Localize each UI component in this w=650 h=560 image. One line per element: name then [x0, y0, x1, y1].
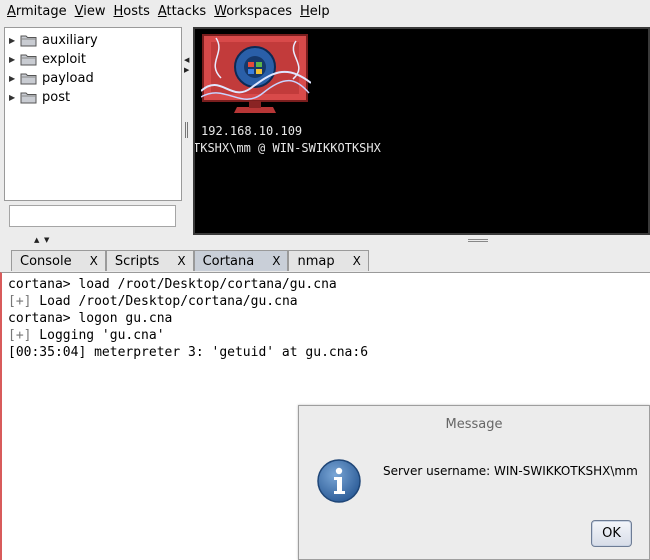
tab-label: Console	[20, 253, 72, 269]
tree-item-label: exploit	[42, 52, 86, 67]
splitter-grip[interactable]	[185, 122, 188, 138]
menu-view[interactable]: View	[72, 1, 109, 23]
collapse-down-icon[interactable]: ▼	[44, 236, 49, 244]
vertical-splitter[interactable]: ◀ ▶	[182, 27, 192, 235]
target-user-host: TKSHX\mm @ WIN-SWIKKOTKSHX	[193, 141, 381, 155]
horizontal-splitter[interactable]: ▲ ▼	[0, 236, 650, 245]
close-icon[interactable]: X	[90, 254, 98, 268]
dialog-title[interactable]: Message	[299, 406, 649, 444]
tree-item-label: post	[42, 90, 71, 105]
armitage-window: Armitage View Hosts Attacks Workspaces H…	[0, 0, 650, 560]
compromised-host-icon[interactable]	[200, 33, 312, 125]
tree-item-post[interactable]: ▶ post	[9, 88, 70, 107]
tab-console[interactable]: Console X	[11, 250, 106, 271]
menu-hosts[interactable]: Hosts	[110, 1, 152, 23]
dialog-message: Server username: WIN-SWIKKOTKSHX\mm	[383, 464, 638, 478]
close-icon[interactable]: X	[272, 254, 280, 268]
tab-bar: Console X Scripts X Cortana X nmap X	[11, 250, 369, 271]
menu-armitage[interactable]: Armitage	[4, 1, 70, 23]
folder-icon	[20, 91, 37, 104]
console-line: [00:35:04] meterpreter 3: 'getuid' at gu…	[8, 345, 369, 360]
console-line: [+] Load /root/Desktop/cortana/gu.cna	[8, 294, 298, 309]
tree-item-label: payload	[42, 71, 94, 86]
menu-bar: Armitage View Hosts Attacks Workspaces H…	[0, 0, 650, 24]
collapse-up-icon[interactable]: ▲	[34, 236, 39, 244]
collapse-right-icon[interactable]: ▶	[184, 67, 189, 74]
tab-label: nmap	[297, 253, 335, 269]
console-line: cortana> load /root/Desktop/cortana/gu.c…	[8, 277, 337, 292]
splitter-grip[interactable]	[468, 239, 488, 242]
expand-icon[interactable]: ▶	[9, 93, 17, 102]
tab-scripts[interactable]: Scripts X	[105, 250, 194, 271]
tab-label: Scripts	[114, 253, 160, 269]
folder-icon	[20, 34, 37, 47]
info-icon	[316, 458, 362, 504]
expand-icon[interactable]: ▶	[9, 55, 17, 64]
target-ip: 192.168.10.109	[201, 124, 303, 138]
tree-item-auxiliary[interactable]: ▶ auxiliary	[9, 31, 98, 50]
close-icon[interactable]: X	[353, 254, 361, 268]
close-icon[interactable]: X	[177, 254, 185, 268]
tree-item-label: auxiliary	[42, 33, 98, 48]
console-line: [+] Logging 'gu.cna'	[8, 328, 165, 343]
menu-attacks[interactable]: Attacks	[155, 1, 209, 23]
module-search-input[interactable]	[9, 205, 176, 227]
console-line: cortana> logon gu.cna	[8, 311, 173, 326]
tree-item-exploit[interactable]: ▶ exploit	[9, 50, 86, 69]
tab-cortana[interactable]: Cortana X	[193, 250, 289, 271]
folder-icon	[20, 72, 37, 85]
target-view: 192.168.10.109 TKSHX\mm @ WIN-SWIKKOTKSH…	[193, 27, 650, 235]
module-tree: ▶ auxiliary ▶ exploit ▶ payload ▶ post	[4, 27, 182, 201]
collapse-left-icon[interactable]: ◀	[184, 57, 189, 64]
message-dialog: Message Server username: WIN-SWIKKOTKSHX…	[298, 405, 650, 560]
ok-button[interactable]: OK	[591, 520, 632, 547]
expand-icon[interactable]: ▶	[9, 74, 17, 83]
folder-icon	[20, 53, 37, 66]
tab-nmap[interactable]: nmap X	[288, 250, 369, 271]
tree-item-payload[interactable]: ▶ payload	[9, 69, 94, 88]
menu-help[interactable]: Help	[297, 1, 333, 23]
tab-label: Cortana	[202, 253, 255, 269]
menu-workspaces[interactable]: Workspaces	[211, 1, 295, 23]
expand-icon[interactable]: ▶	[9, 36, 17, 45]
